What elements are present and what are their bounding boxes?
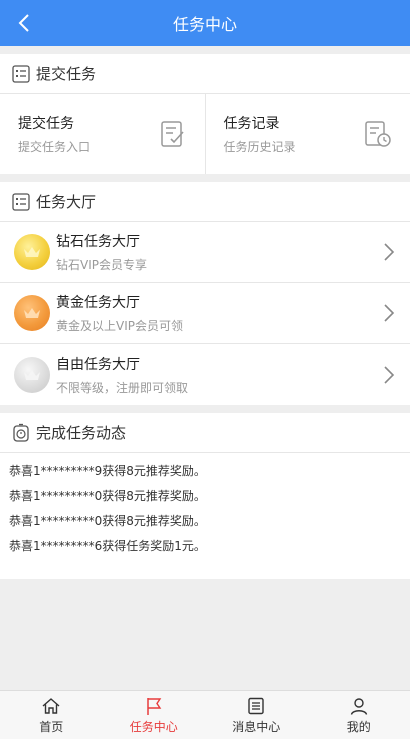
cell-sub: 任务历史记录 (223, 140, 296, 154)
news-item: 恭喜1*********0获得8元推荐奖励。 (9, 489, 206, 503)
page-title: 任务中心 (172, 15, 237, 34)
news-item: 恭喜1*********0获得8元推荐奖励。 (9, 514, 206, 528)
orange-crown-medal-icon (14, 295, 50, 331)
chevron-right-icon (384, 243, 395, 261)
section-header: 完成任务动态 (0, 413, 410, 453)
hall-item-sub: 不限等级，注册即可领取 (56, 380, 189, 395)
back-button[interactable] (12, 0, 36, 46)
hall-item-sub: 黄金及以上VIP会员可领 (56, 319, 183, 333)
silver-crown-medal-icon (14, 356, 50, 393)
section-title: 完成任务动态 (36, 424, 127, 442)
gold-crown-medal-icon (14, 234, 50, 270)
bottom-tabbar: 首页 任务中心 消息中心 我的 (0, 690, 410, 739)
hall-item-label: 自由任务大厅 (56, 356, 140, 373)
edit-document-icon (160, 121, 184, 147)
app-header: 任务中心 (0, 0, 410, 46)
hall-item-free[interactable]: 自由任务大厅 不限等级，注册即可领取 (0, 344, 410, 405)
tab-label: 消息中心 (232, 719, 281, 734)
hall-item-sub: 钻石VIP会员专享 (56, 258, 147, 272)
task-record-entry[interactable]: 任务记录 任务历史记录 (204, 94, 410, 174)
home-icon (42, 697, 60, 714)
section-header: 提交任务 (0, 54, 410, 94)
cell-label: 任务记录 (223, 116, 280, 132)
task-list-icon (11, 64, 31, 84)
news-list: 恭喜1*********9获得8元推荐奖励。 恭喜1*********0获得8元… (0, 453, 410, 579)
tab-label: 我的 (346, 719, 371, 734)
section-title: 提交任务 (36, 65, 97, 83)
section-title: 任务大厅 (36, 193, 97, 211)
news-item: 恭喜1*********6获得任务奖励1元。 (9, 539, 206, 553)
history-document-icon (365, 121, 391, 147)
cell-sub: 提交任务入口 (18, 140, 91, 154)
submit-section: 提交任务 提交任务 提交任务入口 任务记录 任务历史记录 (0, 54, 410, 174)
cell-label: 提交任务 (18, 116, 74, 132)
list-icon (248, 697, 264, 714)
tab-home[interactable]: 首页 (0, 691, 103, 739)
hall-item-diamond[interactable]: 钻石任务大厅 钻石VIP会员专享 (0, 222, 410, 283)
chevron-left-icon (18, 14, 29, 32)
section-header: 任务大厅 (0, 182, 410, 222)
hall-item-label: 钻石任务大厅 (56, 234, 140, 250)
task-list-icon (11, 192, 31, 212)
tab-profile[interactable]: 我的 (308, 691, 410, 739)
flag-icon (147, 697, 162, 715)
hall-section: 任务大厅 钻石任务大厅 钻石VIP会员专享 黄金任务大厅 黄金及以上VIP会员可… (0, 182, 410, 405)
news-item: 恭喜1*********9获得8元推荐奖励。 (9, 464, 206, 478)
hall-item-gold[interactable]: 黄金任务大厅 黄金及以上VIP会员可领 (0, 283, 410, 344)
tab-label: 任务中心 (129, 719, 178, 734)
hall-item-label: 黄金任务大厅 (56, 295, 140, 311)
chevron-right-icon (384, 365, 395, 384)
submit-task-entry[interactable]: 提交任务 提交任务入口 (0, 94, 205, 174)
tab-messages[interactable]: 消息中心 (205, 691, 308, 739)
news-section: 完成任务动态 恭喜1*********9获得8元推荐奖励。 恭喜1*******… (0, 413, 410, 579)
stopwatch-icon (11, 423, 31, 443)
user-icon (350, 697, 367, 715)
chevron-right-icon (384, 304, 395, 322)
tab-label: 首页 (39, 719, 64, 734)
tab-task-center[interactable]: 任务中心 (103, 691, 206, 739)
